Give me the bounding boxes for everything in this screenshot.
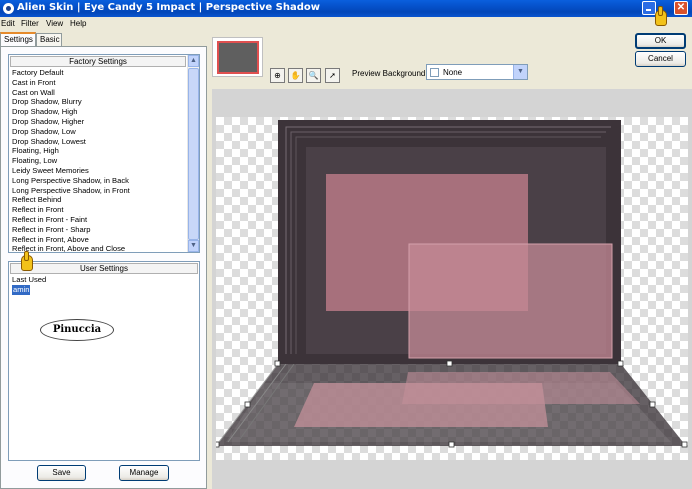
- tab-settings[interactable]: Settings: [0, 32, 36, 46]
- pointing-hand-cursor-icon: [655, 6, 667, 26]
- list-item[interactable]: Reflect in Front - Faint: [12, 215, 199, 225]
- list-item[interactable]: Long Perspective Shadow, in Back: [12, 176, 199, 186]
- factory-settings-header: Factory Settings: [10, 56, 186, 67]
- save-button[interactable]: Save: [37, 465, 86, 481]
- list-item[interactable]: Factory Default: [12, 68, 199, 78]
- pointer-icon[interactable]: ➚: [325, 68, 340, 83]
- list-item[interactable]: Reflect in Front: [12, 205, 199, 215]
- minimize-button[interactable]: [642, 1, 656, 15]
- manage-button[interactable]: Manage: [119, 465, 169, 481]
- list-item[interactable]: Floating, High: [12, 146, 199, 156]
- window-title: Alien Skin | Eye Candy 5 Impact | Perspe…: [17, 2, 320, 13]
- pink-rectangle-front: [408, 243, 613, 359]
- menu-filter[interactable]: Filter: [21, 19, 39, 28]
- list-item[interactable]: Drop Shadow, Lowest: [12, 137, 199, 147]
- cancel-button[interactable]: Cancel: [635, 51, 686, 67]
- close-button[interactable]: ✕: [674, 1, 688, 15]
- list-item[interactable]: Floating, Low: [12, 156, 199, 166]
- preview-background-select[interactable]: None ▼: [426, 64, 528, 80]
- scroll-thumb[interactable]: [188, 68, 199, 240]
- menu-bar: Edit Filter View Help: [0, 17, 692, 30]
- list-item-last-used[interactable]: Last Used: [12, 275, 199, 285]
- list-item[interactable]: Drop Shadow, Higher: [12, 117, 199, 127]
- factory-settings-items: Factory Default Cast in Front Cast on Wa…: [9, 68, 199, 252]
- factory-list-scrollbar[interactable]: ▲ ▼: [187, 55, 199, 252]
- handle[interactable]: [681, 441, 688, 448]
- pinuccia-logo: Pinuccia: [40, 319, 114, 341]
- preview-artwork[interactable]: [216, 117, 688, 460]
- user-settings-items: Last Used amin: [9, 275, 199, 295]
- shadow-pink-rect: [402, 372, 640, 404]
- list-item[interactable]: Reflect in Front, Above and Close: [12, 244, 199, 252]
- list-item[interactable]: Reflect Behind: [12, 195, 199, 205]
- navigator-thumbnail[interactable]: [212, 37, 263, 77]
- list-item[interactable]: Leidy Sweet Memories: [12, 166, 199, 176]
- preview-background-label: Preview Background:: [352, 69, 428, 78]
- selected-setting-label: amin: [12, 284, 31, 295]
- pointing-hand-cursor-icon: [21, 251, 33, 271]
- preview-background-value: None: [443, 68, 463, 77]
- handle[interactable]: [617, 360, 624, 367]
- list-item[interactable]: Reflect in Front, Above: [12, 235, 199, 245]
- navigate-icon[interactable]: ⊕: [270, 68, 285, 83]
- scroll-down-arrow-icon[interactable]: ▼: [188, 240, 199, 252]
- list-item[interactable]: Drop Shadow, Blurry: [12, 97, 199, 107]
- list-item[interactable]: Cast in Front: [12, 78, 199, 88]
- scroll-up-arrow-icon[interactable]: ▲: [188, 55, 199, 67]
- handle[interactable]: [274, 360, 281, 367]
- zoom-icon[interactable]: 🔍: [306, 68, 321, 83]
- handle[interactable]: [446, 360, 453, 367]
- list-item[interactable]: Cast on Wall: [12, 88, 199, 98]
- navigator-viewport[interactable]: [217, 41, 259, 74]
- background-swatch-icon: [430, 68, 439, 77]
- ok-button[interactable]: OK: [635, 33, 686, 49]
- factory-settings-list[interactable]: Factory Settings Factory Default Cast in…: [8, 54, 200, 253]
- handle[interactable]: [448, 441, 455, 448]
- handle[interactable]: [649, 401, 656, 408]
- hand-icon[interactable]: ✋: [288, 68, 303, 83]
- user-settings-list[interactable]: User Settings Last Used amin: [8, 261, 200, 461]
- title-bar: Alien Skin | Eye Candy 5 Impact | Perspe…: [0, 0, 692, 17]
- user-settings-header: User Settings: [10, 263, 198, 274]
- chevron-down-icon[interactable]: ▼: [513, 65, 527, 79]
- menu-view[interactable]: View: [46, 19, 63, 28]
- list-item-selected[interactable]: amin: [12, 284, 199, 295]
- alien-skin-icon: [3, 3, 14, 14]
- tab-basic[interactable]: Basic: [36, 33, 62, 46]
- list-item[interactable]: Drop Shadow, Low: [12, 127, 199, 137]
- menu-help[interactable]: Help: [70, 19, 86, 28]
- handle[interactable]: [244, 401, 251, 408]
- list-item[interactable]: Reflect in Front - Sharp: [12, 225, 199, 235]
- handle[interactable]: [216, 441, 220, 448]
- menu-edit[interactable]: Edit: [1, 19, 15, 28]
- list-item[interactable]: Drop Shadow, High: [12, 107, 199, 117]
- list-item[interactable]: Long Perspective Shadow, in Front: [12, 186, 199, 196]
